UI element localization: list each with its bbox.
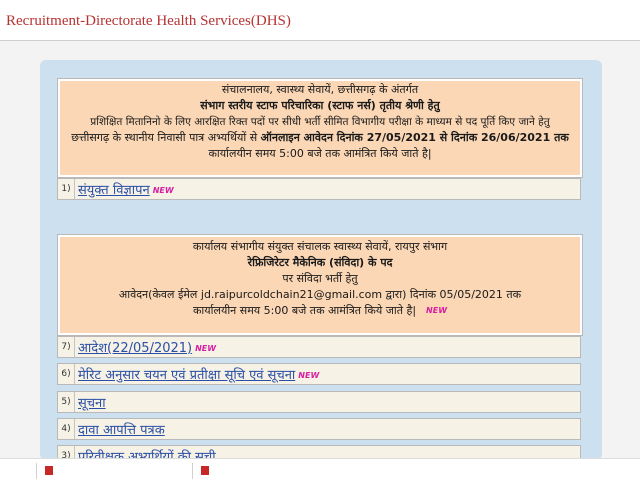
- notice2-line1: कार्यालय संभागीय संयुक्त संचालक स्वास्थ्…: [192, 240, 448, 253]
- notice1-line5: कार्यालयीन समय 5:00 बजे तक आमंत्रित किये…: [208, 147, 432, 160]
- notice2-line5-text: कार्यालयीन समय 5:00 बजे तक आमंत्रित किये…: [192, 304, 417, 317]
- item-number: 5): [58, 392, 75, 412]
- notice1-line4b: ऑनलाइन आवेदन दिनांक 27/05/2021 से दिनांक…: [260, 131, 569, 144]
- notice2-line2: रेफ्रिजिरेटर मैकेनिक (संविदा) के पद: [247, 256, 393, 269]
- download-bar: [0, 458, 640, 481]
- list-item: 4) दावा आपत्ति पत्रक: [57, 418, 581, 440]
- new-badge: NEW: [426, 306, 448, 315]
- link-merit-list[interactable]: मेरिट अनुसार चयन एवं प्रतीक्षा सूचि एवं …: [78, 365, 319, 383]
- notice1-line1: संचालनालय, स्वास्थ्य सेवायें, छत्तीसगढ़ …: [221, 83, 419, 96]
- item-number: 6): [58, 364, 75, 384]
- list-item: 5) सूचना: [57, 391, 581, 413]
- link-sanyukt-vigyapan[interactable]: संयुक्त विज्ञापन NEW: [78, 180, 174, 198]
- new-badge: NEW: [298, 371, 320, 380]
- link-label[interactable]: संयुक्त विज्ञापन: [78, 183, 150, 198]
- download-item[interactable]: [192, 463, 351, 479]
- page-header: Recruitment-Directorate Health Services(…: [0, 0, 640, 41]
- new-badge: NEW: [195, 344, 217, 353]
- link-label[interactable]: आदेश(22/05/2021): [78, 341, 192, 356]
- notice1-line2: संभाग स्तरीय स्टाफ परिचारिका (स्टाफ नर्स…: [200, 99, 440, 112]
- link-label[interactable]: दावा आपत्ति पत्रक: [78, 423, 165, 438]
- notice1-line3: प्रशिक्षित मितानिनो के लिए आरक्षित रिक्त…: [90, 116, 550, 128]
- item-number: 4): [58, 419, 75, 439]
- pdf-icon: [201, 466, 209, 475]
- list-item: 7) आदेश(22/05/2021) NEW: [57, 336, 581, 358]
- link-aadesh[interactable]: आदेश(22/05/2021) NEW: [78, 338, 216, 356]
- notice1-line4: छत्तीसगढ़ के स्थानीय निवासी पात्र अभ्यर्…: [58, 130, 582, 146]
- link-label[interactable]: सूचना: [78, 396, 106, 411]
- item-number: 1): [58, 179, 75, 199]
- link-dava-apatti[interactable]: दावा आपत्ति पत्रक: [78, 420, 165, 438]
- notice-refrigerator-mechanic: कार्यालय संभागीय संयुक्त संचालक स्वास्थ्…: [57, 234, 583, 336]
- notice2-line3: पर संविदा भर्ती हेतु: [282, 272, 358, 285]
- link-suchna[interactable]: सूचना: [78, 393, 106, 411]
- page-title: Recruitment-Directorate Health Services(…: [6, 13, 291, 29]
- download-item[interactable]: [36, 463, 195, 479]
- item-number: 7): [58, 337, 75, 357]
- new-badge: NEW: [152, 186, 174, 195]
- pdf-icon: [45, 466, 53, 475]
- notice1-line4a: छत्तीसगढ़ के स्थानीय निवासी पात्र अभ्यर्…: [71, 131, 261, 144]
- notice2-line4: आवेदन(केवल ईमेल jd.raipurcoldchain21@gma…: [118, 288, 522, 301]
- notice2-line5: कार्यालयीन समय 5:00 बजे तक आमंत्रित किये…: [58, 303, 582, 319]
- notice-staff-nurse: संचालनालय, स्वास्थ्य सेवायें, छत्तीसगढ़ …: [57, 78, 583, 178]
- list-item: 1) संयुक्त विज्ञापन NEW: [57, 178, 581, 200]
- list-item: 6) मेरिट अनुसार चयन एवं प्रतीक्षा सूचि ए…: [57, 363, 581, 385]
- link-label[interactable]: मेरिट अनुसार चयन एवं प्रतीक्षा सूचि एवं …: [78, 368, 295, 383]
